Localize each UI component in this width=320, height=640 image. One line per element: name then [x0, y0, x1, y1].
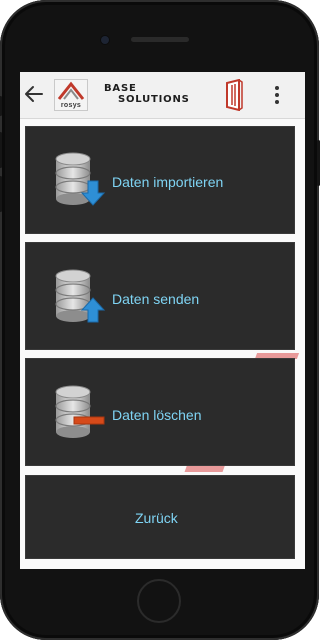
- delete-data-button[interactable]: Daten löschen: [25, 358, 295, 466]
- home-button[interactable]: [137, 579, 181, 623]
- volume-up-button: [0, 132, 2, 168]
- send-data-label: Daten senden: [112, 291, 200, 307]
- mute-switch: [0, 96, 2, 116]
- brand-line-2: SOLUTIONS: [118, 94, 190, 105]
- brand-line-1: BASE: [104, 83, 137, 94]
- send-data-button[interactable]: Daten senden: [25, 242, 295, 350]
- database-delete-icon: [55, 385, 105, 438]
- main-content: Daten importieren Daten senden Daten lös…: [20, 119, 305, 569]
- delete-data-label: Daten löschen: [112, 407, 202, 423]
- import-data-label: Daten importieren: [112, 174, 224, 190]
- app-toolbar: rosys BASE SOLUTIONS: [20, 72, 305, 119]
- base-solutions-logo: BASE SOLUTIONS: [104, 83, 204, 107]
- phone-frame: rosys BASE SOLUTIONS Daten importieren D…: [0, 0, 320, 640]
- import-data-button[interactable]: Daten importieren: [25, 126, 295, 234]
- app-screen: rosys BASE SOLUTIONS Daten importieren D…: [20, 72, 305, 569]
- door-icon[interactable]: [224, 79, 244, 111]
- front-camera: [101, 36, 109, 44]
- rosys-logo-text: rosys: [60, 102, 82, 109]
- back-label: Zurück: [135, 510, 178, 526]
- rosys-logo-mark-icon: [57, 81, 85, 100]
- back-arrow-icon[interactable]: [23, 83, 45, 105]
- rosys-logo: rosys: [54, 79, 88, 111]
- overflow-menu-icon[interactable]: [272, 84, 282, 106]
- database-import-icon: [55, 152, 106, 206]
- back-button[interactable]: Zurück: [25, 475, 295, 559]
- database-send-icon: [55, 269, 106, 323]
- volume-down-button: [0, 176, 2, 212]
- speaker-grille: [131, 37, 189, 42]
